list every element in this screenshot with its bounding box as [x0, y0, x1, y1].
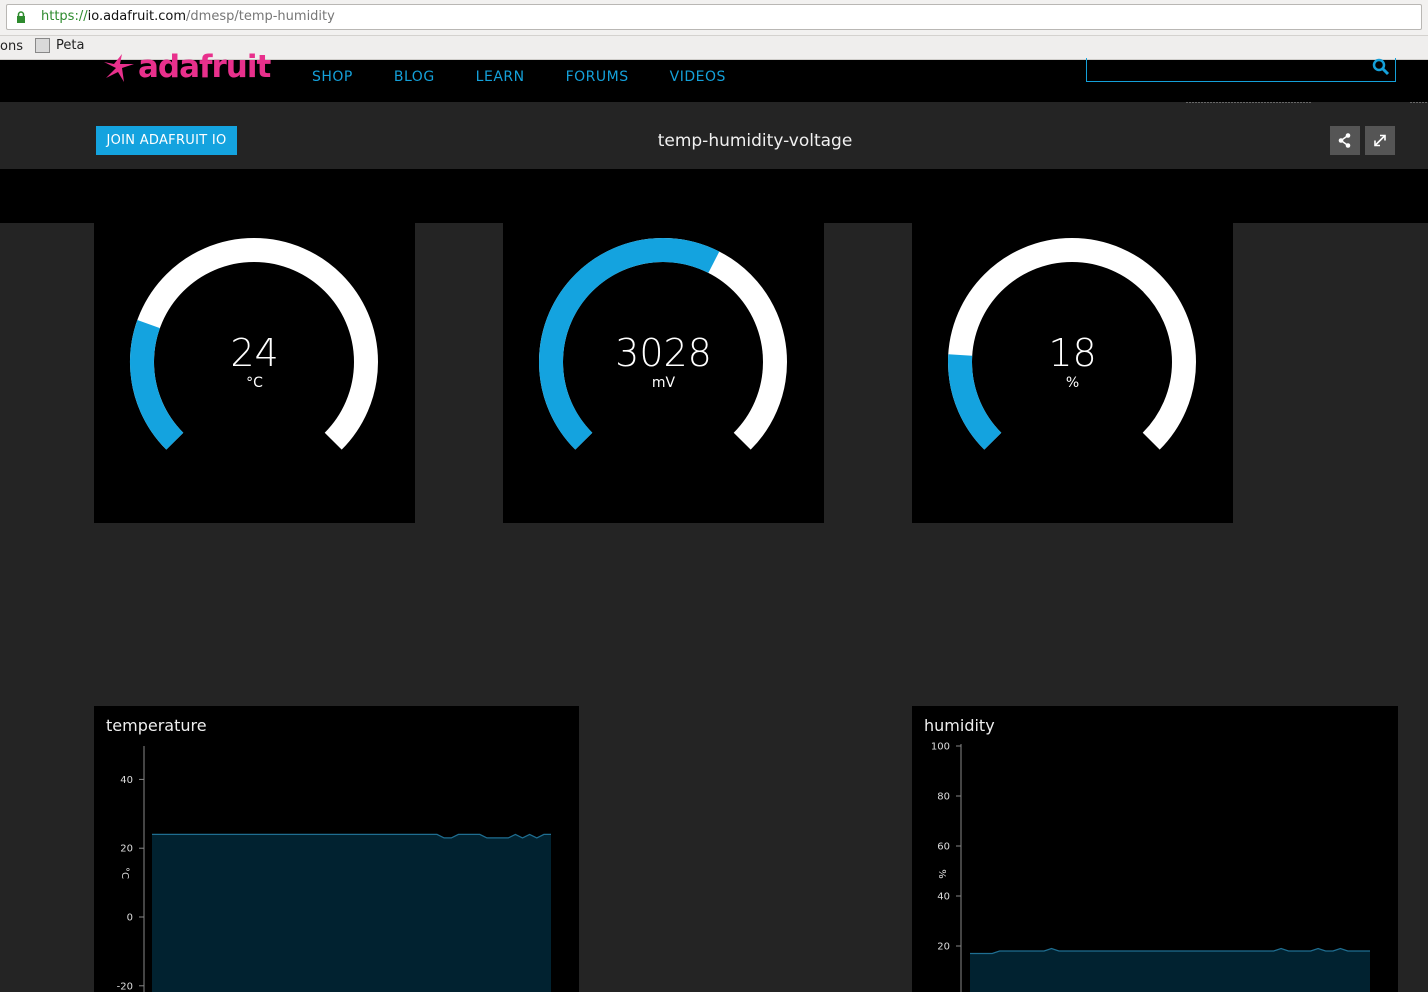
y-tick-label: 60	[937, 842, 950, 853]
dashboard-title: temp-humidity-voltage	[657, 131, 853, 151]
share-button[interactable]	[1330, 126, 1360, 155]
dashboard-strip	[0, 169, 1428, 223]
y-tick-label: -20	[117, 981, 133, 992]
nav-learn[interactable]: LEARN	[476, 69, 525, 85]
lock-icon	[17, 11, 25, 23]
site-header: adafruit SHOP BLOG LEARN FORUMS VIDEOS	[0, 52, 1428, 105]
browser-url-bar: https://io.adafruit.com/dmesp/temp-humid…	[0, 0, 1428, 36]
y-tick-label: 80	[937, 792, 950, 803]
chart-area	[970, 948, 1370, 992]
chart-plot: 40 20 0 -20 °C	[117, 746, 551, 992]
url-text: https://io.adafruit.com/dmesp/temp-humid…	[41, 9, 335, 24]
fullscreen-button[interactable]	[1365, 126, 1395, 155]
gauge-value: 24	[230, 331, 279, 375]
gauge-unit: °C	[246, 375, 263, 391]
nav-forums[interactable]: FORUMS	[566, 69, 629, 85]
nav-shop[interactable]: SHOP	[312, 69, 353, 85]
nav-videos[interactable]: VIDEOS	[670, 69, 726, 85]
share-icon	[1338, 133, 1351, 148]
y-axis-title: %	[936, 869, 947, 879]
y-axis-title: °C	[119, 867, 130, 879]
y-tick-label: 20	[937, 942, 950, 953]
y-tick-label: 20	[120, 844, 133, 855]
bookmark-peta[interactable]: Peta	[35, 38, 84, 53]
chart-area	[152, 834, 551, 992]
logo-text: adafruit	[138, 49, 271, 85]
fullscreen-icon	[1374, 134, 1386, 147]
dashboard-bar: JOIN ADAFRUIT IO temp-humidity-voltage	[0, 103, 1428, 169]
y-tick-label: 100	[931, 742, 950, 753]
chart-temperature[interactable]: temperature 40 20 0 -20 °C	[94, 706, 579, 992]
chart-plot: 100 80 60 40 20%	[931, 742, 1370, 992]
gauge-value: 3028	[615, 331, 712, 375]
url-scheme: https://	[41, 9, 88, 24]
gauge-unit: %	[1065, 375, 1080, 391]
nav-blog[interactable]: BLOG	[394, 69, 435, 85]
y-tick-label: 40	[937, 892, 950, 903]
gauge-unit: mV	[651, 375, 676, 391]
search-input[interactable]	[1086, 58, 1396, 82]
url-host: io.adafruit.com	[87, 9, 187, 24]
gauge-voltage[interactable]: 3028 mV	[503, 223, 824, 523]
gauge-value: 18	[1048, 331, 1097, 375]
gauge-humidity[interactable]: 18 %	[912, 223, 1233, 523]
address-field[interactable]: https://io.adafruit.com/dmesp/temp-humid…	[6, 4, 1422, 30]
flower-icon	[104, 54, 134, 82]
url-path: /dmesp/temp-humidity	[186, 9, 335, 24]
y-tick-label: 40	[120, 775, 133, 786]
bookmark-partial[interactable]: ons	[0, 39, 23, 54]
bookmark-icon	[35, 38, 50, 53]
search-icon[interactable]	[1372, 58, 1390, 76]
main-nav: SHOP BLOG LEARN FORUMS VIDEOS	[312, 69, 767, 85]
gauge-temperature[interactable]: 24 °C	[94, 223, 415, 523]
bookmark-label: Peta	[56, 38, 85, 53]
y-tick-label: 0	[127, 913, 133, 924]
chart-humidity[interactable]: humidity 100 80 60 40 20%	[912, 706, 1398, 992]
adafruit-logo[interactable]: adafruit	[100, 49, 271, 85]
